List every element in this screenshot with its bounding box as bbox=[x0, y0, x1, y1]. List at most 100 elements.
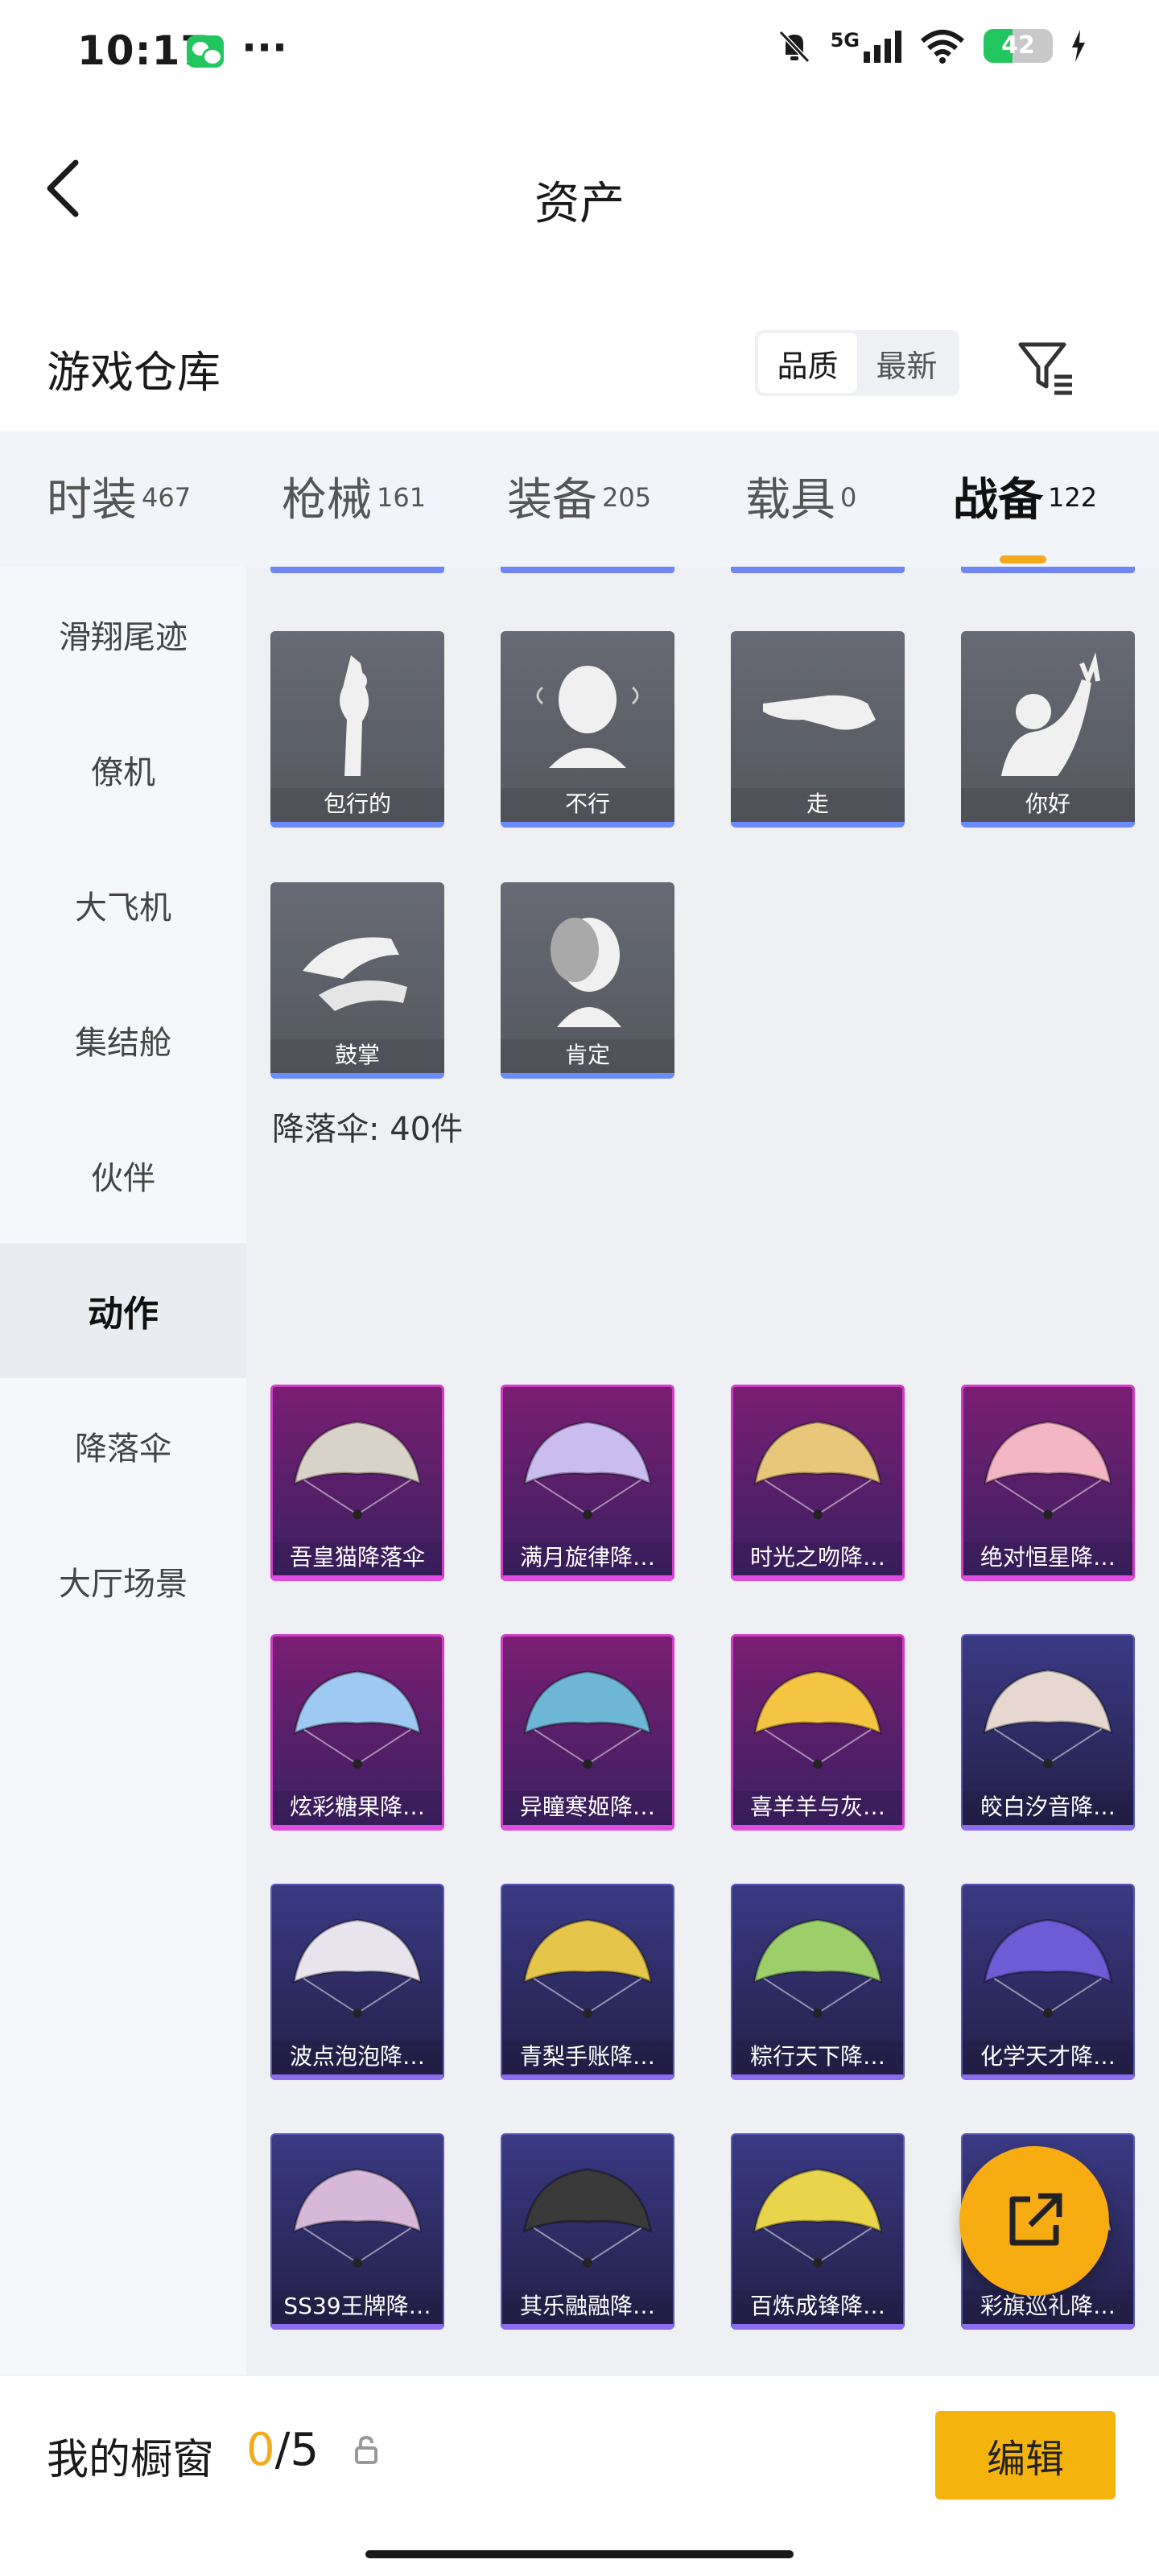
parachute-icon bbox=[753, 2168, 883, 2268]
signal-icon: 5G bbox=[831, 29, 901, 63]
mute-bell-icon bbox=[778, 30, 810, 64]
warehouse-title: 游戏仓库 bbox=[47, 347, 221, 398]
parachute-icon bbox=[753, 1918, 883, 2018]
showcase-total: /5 bbox=[274, 2424, 320, 2476]
parachute-label: 化学天才降… bbox=[963, 2041, 1133, 2074]
tab-weapons[interactable]: 枪械 161 bbox=[282, 464, 426, 529]
tab-count: 161 bbox=[377, 481, 427, 513]
parachute-card[interactable]: 时光之吻降… bbox=[731, 1385, 905, 1581]
tab-equipment[interactable]: 装备 205 bbox=[507, 464, 651, 529]
parachute-card[interactable]: SS39王牌降… bbox=[270, 2133, 444, 2330]
more-notifications-icon: ··· bbox=[241, 24, 287, 71]
nod-icon bbox=[551, 918, 621, 1027]
parachute-card[interactable]: 异瞳寒姬降… bbox=[501, 1634, 674, 1831]
battery-level: 42 bbox=[1001, 31, 1035, 60]
parachute-label: 时光之吻降… bbox=[733, 1542, 902, 1575]
tab-count: 122 bbox=[1048, 481, 1098, 513]
sidebar-item-parachute[interactable]: 降落伞 bbox=[0, 1378, 246, 1513]
emote-label: 走 bbox=[731, 788, 905, 822]
sidebar-item-lobby-scene[interactable]: 大厅场景 bbox=[0, 1513, 246, 1649]
parachute-card[interactable]: 粽行天下降… bbox=[731, 1884, 905, 2080]
emote-card[interactable]: 你好 bbox=[961, 631, 1135, 828]
parachute-label: 异瞳寒姬降… bbox=[503, 1791, 672, 1825]
sidebar-item-airplane[interactable]: 大飞机 bbox=[0, 837, 246, 972]
parachute-icon bbox=[293, 1670, 422, 1769]
tab-label: 时装 bbox=[47, 474, 137, 526]
parachute-row: 吾皇猫降落伞 满月旋律降… 时光之吻降… 绝对恒星降… bbox=[270, 1385, 1135, 1581]
parachute-icon bbox=[983, 1918, 1113, 2018]
emote-label: 肯定 bbox=[501, 1039, 674, 1073]
home-indicator bbox=[365, 2550, 794, 2558]
sort-toggle: 品质 最新 bbox=[755, 330, 959, 396]
emote-card[interactable]: 包行的 bbox=[270, 631, 444, 828]
item-grid-area: 包行的 不行 走 你好 鼓掌 肯定 降落伞: 40件 吾皇猫降落伞 满月旋律降… 时光之吻降…… bbox=[246, 567, 1159, 2378]
parachute-label: 吾皇猫降落伞 bbox=[273, 1542, 442, 1575]
wave-hello-icon bbox=[1001, 652, 1100, 776]
parachute-icon bbox=[753, 1670, 882, 1769]
parachute-card[interactable]: 青梨手账降… bbox=[501, 1884, 674, 2080]
parachute-icon bbox=[983, 1669, 1113, 1769]
tab-fashion[interactable]: 时装 467 bbox=[47, 464, 191, 529]
tab-vehicles[interactable]: 载具 0 bbox=[745, 464, 856, 529]
parachute-icon bbox=[522, 2168, 653, 2268]
parachute-card[interactable]: 波点泡泡降… bbox=[270, 1884, 444, 2080]
parachute-card[interactable]: 皎白汐音降… bbox=[961, 1634, 1135, 1831]
emote-card[interactable]: 肯定 bbox=[501, 882, 674, 1079]
parachute-label: SS39王牌降… bbox=[272, 2290, 443, 2324]
parachute-card[interactable]: 满月旋律降… bbox=[501, 1385, 674, 1581]
sort-quality-button[interactable]: 品质 bbox=[758, 333, 857, 393]
parachute-icon bbox=[984, 1421, 1112, 1520]
lock-icon bbox=[355, 2435, 377, 2464]
emote-row: 包行的 不行 走 你好 bbox=[270, 631, 1135, 828]
page-title: 资产 bbox=[534, 178, 625, 230]
tab-label: 战备 bbox=[953, 474, 1043, 526]
parachute-card[interactable]: 化学天才降… bbox=[961, 1884, 1135, 2080]
share-fab[interactable] bbox=[959, 2146, 1109, 2296]
sidebar-item-wingman[interactable]: 僚机 bbox=[0, 702, 246, 837]
emote-card[interactable]: 不行 bbox=[501, 631, 674, 828]
edit-button[interactable]: 编辑 bbox=[935, 2411, 1116, 2500]
showcase-count: 0/5 bbox=[246, 2424, 319, 2476]
emote-label: 不行 bbox=[501, 788, 674, 822]
tab-label: 载具 bbox=[745, 474, 835, 526]
parachute-card[interactable]: 炫彩糖果降… bbox=[270, 1634, 444, 1831]
filter-icon bbox=[1018, 342, 1072, 395]
tab-count: 467 bbox=[142, 481, 192, 513]
sort-newest-button[interactable]: 最新 bbox=[857, 333, 956, 393]
sidebar-item-glide-trail[interactable]: 滑翔尾迹 bbox=[0, 567, 246, 702]
network-type: 5G bbox=[830, 29, 860, 52]
category-tabs: 时装 467 枪械 161 装备 205 载具 0 战备 122 bbox=[0, 431, 1159, 567]
parachute-card[interactable]: 喜羊羊与灰… bbox=[731, 1634, 905, 1831]
parachute-icon bbox=[293, 1421, 422, 1520]
parachute-icon bbox=[292, 2168, 423, 2268]
emote-label: 包行的 bbox=[270, 788, 444, 822]
parachute-icon bbox=[523, 1421, 652, 1520]
parachute-label: 波点泡泡降… bbox=[272, 2041, 443, 2074]
charging-icon bbox=[1072, 30, 1085, 62]
parachute-card[interactable]: 吾皇猫降落伞 bbox=[270, 1385, 444, 1581]
parachute-label: 满月旋律降… bbox=[503, 1542, 672, 1575]
sidebar: 滑翔尾迹 僚机 大飞机 集结舱 伙伴 动作 降落伞 大厅场景 bbox=[0, 567, 246, 2378]
parachute-label: 百炼成锋降… bbox=[732, 2290, 903, 2324]
wechat-icon bbox=[187, 35, 224, 68]
parachute-icon bbox=[522, 1918, 653, 2018]
filter-button[interactable] bbox=[1014, 335, 1079, 399]
sidebar-item-pod[interactable]: 集结舱 bbox=[0, 972, 246, 1108]
sidebar-item-companion[interactable]: 伙伴 bbox=[0, 1108, 246, 1243]
parachute-row: 波点泡泡降… 青梨手账降… 粽行天下降… 化学天才降… bbox=[270, 1884, 1135, 2080]
parachute-label: 青梨手账降… bbox=[502, 2041, 673, 2074]
parachute-label: 粽行天下降… bbox=[732, 2041, 903, 2074]
parachute-card[interactable]: 百炼成锋降… bbox=[731, 2133, 905, 2330]
emote-row: 鼓掌 肯定 bbox=[270, 882, 674, 1079]
emote-card[interactable]: 鼓掌 bbox=[270, 882, 444, 1079]
parachute-card[interactable]: 绝对恒星降… bbox=[961, 1385, 1135, 1581]
parachute-icon bbox=[523, 1670, 652, 1769]
tab-supplies[interactable]: 战备 122 bbox=[953, 464, 1098, 564]
parachute-icon bbox=[753, 1421, 882, 1520]
emote-card[interactable]: 走 bbox=[731, 631, 905, 828]
previous-row-edge bbox=[270, 567, 1135, 573]
top-nav: 资产 bbox=[0, 121, 1159, 258]
sidebar-item-emotes[interactable]: 动作 bbox=[0, 1243, 246, 1378]
parachute-label: 绝对恒星降… bbox=[963, 1542, 1132, 1575]
parachute-card[interactable]: 其乐融融降… bbox=[501, 2133, 674, 2330]
